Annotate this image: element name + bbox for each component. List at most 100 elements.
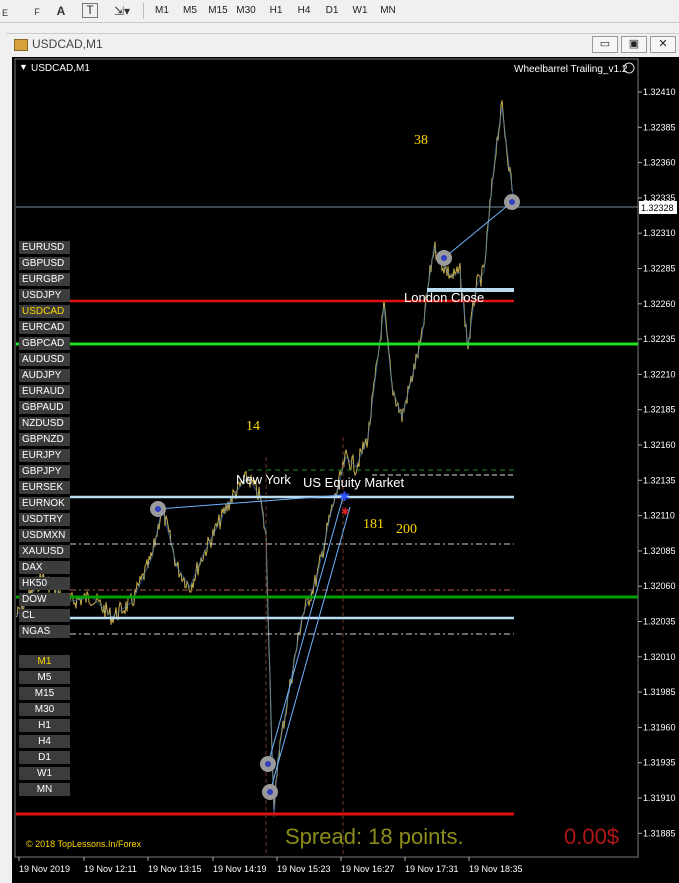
trade-marker[interactable] [260, 756, 276, 772]
time-tick-label: 19 Nov 18:35 [469, 864, 523, 874]
timeframe-button-h4[interactable]: H4 [19, 735, 70, 748]
annotation-14: 14 [246, 419, 260, 434]
symbol-button-usdmxn[interactable]: USDMXN [19, 529, 70, 542]
symbol-button-eurnok[interactable]: EURNOK [19, 497, 70, 510]
timeframe-button-m30[interactable]: M30 [19, 703, 70, 716]
time-axis: 19 Nov 2019 19 Nov 12:11 19 Nov 13:15 19 No… [18, 857, 523, 874]
timeframe-button-w1[interactable]: W1 [19, 767, 70, 780]
chart-menu-arrow-icon[interactable]: ▼ [19, 62, 28, 72]
symbol-button-usdcad[interactable]: USDCAD [19, 305, 70, 318]
price-tick-label: 1.32160 [643, 440, 676, 450]
price-tick-label: 1.31960 [643, 722, 676, 732]
chart-window-title: USDCAD,M1 [32, 37, 103, 51]
minimize-button[interactable]: ▭ [592, 36, 618, 53]
timeframe-button-h1[interactable]: H1 [19, 719, 70, 732]
price-tick-label: 1.31885 [643, 828, 676, 838]
timeframe-button-m15[interactable]: M15 [19, 687, 70, 700]
symbol-button-eurgbp[interactable]: EURGBP [19, 273, 70, 286]
symbol-button-nzdusd[interactable]: NZDUSD [19, 417, 70, 430]
star-marker: ✱✱ [339, 490, 350, 518]
symbol-button-dow[interactable]: DOW [19, 593, 70, 606]
toolbar-timeframe-m5[interactable]: M5 [178, 3, 202, 19]
symbol-button-gbpcad[interactable]: GBPCAD [19, 337, 70, 350]
symbol-button-cl[interactable]: CL [19, 609, 70, 622]
chart-frame [14, 58, 639, 858]
symbol-button-gbpaud[interactable]: GBPAUD [19, 401, 70, 414]
arrows-icon[interactable]: ⇲▾ [110, 3, 134, 19]
symbol-button-audusd[interactable]: AUDUSD [19, 353, 70, 366]
price-axis: 1.324101.323851.323601.323351.323101.322… [638, 87, 676, 838]
new-york-label: New York [236, 472, 291, 487]
trail-line-3 [269, 506, 351, 793]
trade-marker[interactable] [436, 250, 452, 266]
price-tick-label: 1.32035 [643, 617, 676, 627]
price-tick-label: 1.31935 [643, 758, 676, 768]
toolbar-timeframe-d1[interactable]: D1 [320, 3, 344, 19]
cursor-e-icon[interactable]: E [2, 3, 14, 19]
chart-area[interactable]: ✱ ✱ 38 14 181 200 New York US Equity Mark… [12, 57, 679, 883]
symbol-button-hk50[interactable]: HK50 [19, 577, 70, 590]
price-tick-label: 1.32010 [643, 652, 676, 662]
timeframe-button-m5[interactable]: M5 [19, 671, 70, 684]
toolbar-timeframe-m30[interactable]: M30 [234, 3, 258, 19]
symbol-button-eurjpy[interactable]: EURJPY [19, 449, 70, 462]
timeframe-button-d1[interactable]: D1 [19, 751, 70, 764]
toolbar-timeframe-m1[interactable]: M1 [150, 3, 174, 19]
svg-text:✱: ✱ [339, 490, 350, 505]
price-tick-label: 1.32360 [643, 158, 676, 168]
f-icon[interactable]: F [30, 3, 44, 19]
symbol-button-eurcad[interactable]: EURCAD [19, 321, 70, 334]
symbol-button-xauusd[interactable]: XAUUSD [19, 545, 70, 558]
time-tick-label: 19 Nov 16:27 [341, 864, 395, 874]
toolbar-timeframe-w1[interactable]: W1 [348, 3, 372, 19]
spread-text: Spread: 18 points. [285, 824, 464, 849]
text-a-icon[interactable]: A [54, 3, 68, 19]
toolbar-separator [143, 3, 144, 19]
price-tick-label: 1.31985 [643, 687, 676, 697]
annotation-181: 181 [363, 517, 384, 532]
chart-window-titlebar[interactable]: USDCAD,M1 ▭ ▣ ✕ [6, 33, 679, 54]
close-button[interactable]: ✕ [650, 36, 676, 53]
moving-average-line [15, 106, 515, 818]
symbol-button-gbpnzd[interactable]: GBPNZD [19, 433, 70, 446]
symbol-button-ngas[interactable]: NGAS [19, 625, 70, 638]
toolbar-timeframe-mn[interactable]: MN [376, 3, 400, 19]
price-tick-label: 1.32235 [643, 334, 676, 344]
symbol-button-eursek[interactable]: EURSEK [19, 481, 70, 494]
current-price-label: 1.32328 [641, 203, 674, 213]
timeframe-button-mn[interactable]: MN [19, 783, 70, 796]
price-chart[interactable]: ✱✱ 38 14 181 200 New York US Equity Mark… [12, 57, 679, 883]
price-tick-label: 1.32285 [643, 264, 676, 274]
london-close-label: London Close [404, 290, 484, 305]
restore-button[interactable]: ▣ [621, 36, 647, 53]
symbol-button-euraud[interactable]: EURAUD [19, 385, 70, 398]
price-tick-label: 1.32260 [643, 299, 676, 309]
symbol-button-gbpjpy[interactable]: GBPJPY [19, 465, 70, 478]
trail-line-4 [443, 201, 513, 259]
indicator-label: Wheelbarrel Trailing_v1.2 [514, 64, 628, 75]
trade-marker[interactable] [262, 784, 278, 800]
trade-marker[interactable] [504, 194, 520, 210]
trade-marker[interactable] [150, 501, 166, 517]
trail-line-2 [267, 496, 344, 765]
symbol-button-audjpy[interactable]: AUDJPY [19, 369, 70, 382]
price-tick-label: 1.32110 [643, 511, 675, 521]
price-tick-label: 1.32185 [643, 405, 676, 415]
symbol-button-usdtry[interactable]: USDTRY [19, 513, 70, 526]
symbol-button-dax[interactable]: DAX [19, 561, 70, 574]
symbol-button-usdjpy[interactable]: USDJPY [19, 289, 70, 302]
symbol-label: USDCAD,M1 [31, 63, 90, 74]
price-tick-label: 1.32085 [643, 546, 676, 556]
toolbar-timeframe-h4[interactable]: H4 [292, 3, 316, 19]
text-t-icon[interactable]: T [82, 3, 98, 18]
timeframe-button-m1[interactable]: M1 [19, 655, 70, 668]
toolbar-timeframe-m15[interactable]: M15 [206, 3, 230, 19]
time-tick-label: 19 Nov 14:19 [213, 864, 267, 874]
symbol-button-gbpusd[interactable]: GBPUSD [19, 257, 70, 270]
toolbar: E F A T ⇲▾ M1 M5 M15 M30 H1 H4 D1 W1 MN [0, 0, 679, 23]
annotation-200: 200 [396, 522, 417, 537]
toolbar-timeframe-h1[interactable]: H1 [264, 3, 288, 19]
symbol-button-eurusd[interactable]: EURUSD [19, 241, 70, 254]
price-tick-label: 1.32385 [643, 122, 676, 132]
price-series [15, 100, 515, 818]
